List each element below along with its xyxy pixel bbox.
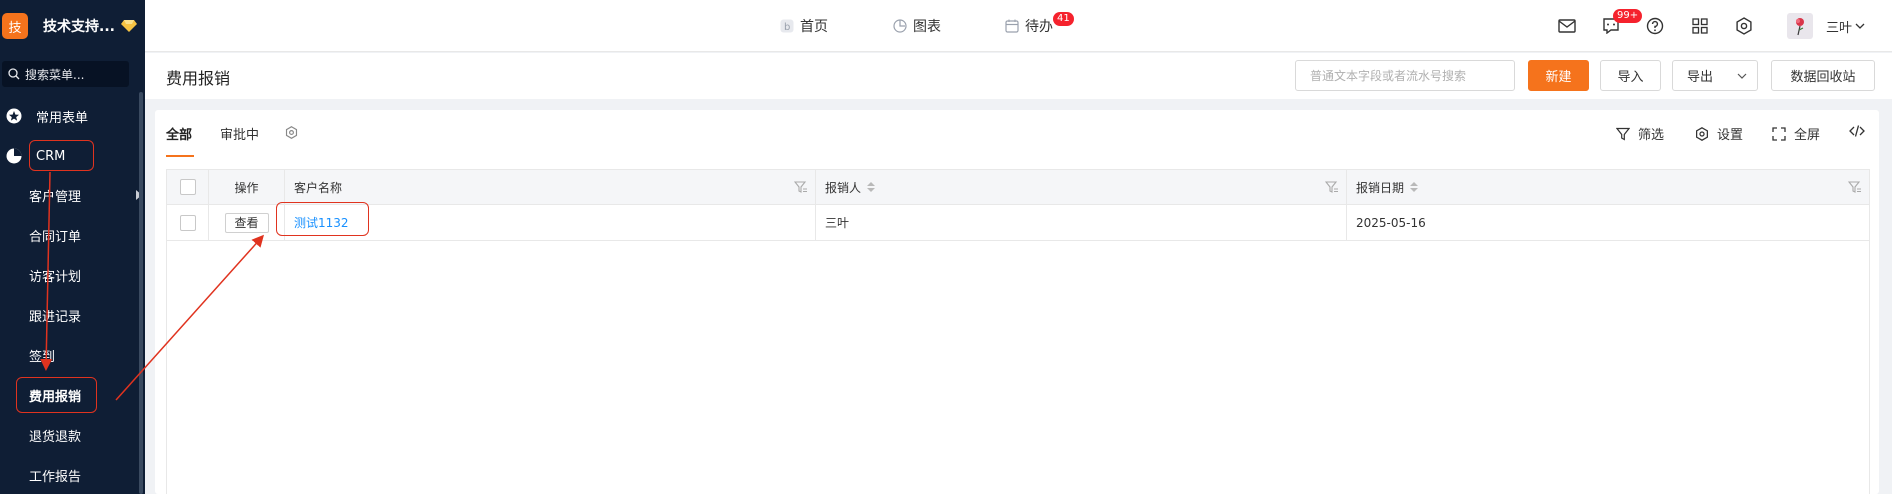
- chart-icon: [893, 19, 907, 33]
- sidebar-subitem-check-in[interactable]: 签到: [29, 340, 55, 370]
- fullscreen-button[interactable]: 全屏: [1772, 124, 1820, 143]
- sidebar-item-common-forms[interactable]: 常用表单: [0, 101, 138, 131]
- tab-charts-label: 图表: [913, 19, 941, 35]
- sidebar-subitem-follow-up-records[interactable]: 跟进记录: [29, 300, 81, 330]
- row-select-cell: [167, 205, 209, 240]
- tab-todo[interactable]: 待办: [1005, 0, 1053, 52]
- top-bar: b 首页 图表 待办 41 99+ 三叶: [145, 0, 1892, 52]
- column-filter-icon[interactable]: [794, 180, 808, 194]
- code-view-button[interactable]: [1849, 124, 1873, 138]
- sidebar-subitem-returns-refunds[interactable]: 退货退款: [29, 420, 81, 450]
- user-menu[interactable]: 三叶: [1826, 0, 1865, 52]
- sort-icon[interactable]: [867, 182, 876, 192]
- code-icon: [1849, 125, 1865, 137]
- brand-name: 技术支持...: [43, 19, 115, 35]
- flower-avatar-icon: [1796, 18, 1804, 36]
- tab-home[interactable]: b 首页: [780, 0, 828, 52]
- annotation-box-crm: [29, 140, 94, 171]
- row-date-cell: 2025-05-16: [1356, 215, 1426, 230]
- gear-icon[interactable]: [1734, 16, 1754, 36]
- help-icon[interactable]: [1645, 16, 1665, 36]
- settings-button[interactable]: 设置: [1695, 124, 1743, 143]
- apps-grid-icon[interactable]: [1690, 16, 1710, 36]
- sidebar-item-label: 常用表单: [36, 110, 89, 126]
- pie-chart-icon: [6, 148, 22, 164]
- sidebar-subitem-work-reports[interactable]: 工作报告: [29, 460, 81, 490]
- sidebar-subitem-customer-management[interactable]: 客户管理: [29, 180, 81, 210]
- fullscreen-label: 全屏: [1794, 128, 1821, 143]
- sidebar-subitem-contract-orders[interactable]: 合同订单: [29, 220, 81, 250]
- svg-text:b: b: [784, 22, 790, 33]
- message-count-badge: 99+: [1613, 9, 1643, 23]
- calendar-icon: [1005, 19, 1019, 33]
- record-search-input[interactable]: [1295, 60, 1515, 91]
- column-header-customer[interactable]: 客户名称: [285, 170, 816, 204]
- tab-all[interactable]: 全部: [166, 124, 192, 143]
- tab-todo-label: 待办: [1025, 19, 1053, 35]
- user-name: 三叶: [1826, 20, 1853, 36]
- tab-settings-gear[interactable]: [285, 126, 298, 143]
- active-tab-indicator: [166, 155, 194, 157]
- table-header: 操作 客户名称 报销人 报销日期: [167, 170, 1869, 205]
- filter-button[interactable]: 筛选: [1616, 124, 1664, 143]
- select-all-cell: [167, 170, 209, 204]
- table-row: 查看 测试1132 三叶 2025-05-16: [167, 205, 1869, 241]
- gear-icon: [285, 126, 298, 139]
- column-filter-icon[interactable]: [1325, 180, 1339, 194]
- export-dropdown[interactable]: 导出: [1672, 60, 1758, 91]
- sidebar-scrollbar[interactable]: [139, 92, 143, 494]
- export-label: 导出: [1687, 70, 1714, 85]
- mail-icon[interactable]: [1557, 16, 1577, 36]
- menu-search-placeholder: 搜索菜单...: [25, 67, 85, 82]
- new-button[interactable]: 新建: [1528, 60, 1589, 91]
- page-header: 费用报销 新建 导入 导出 数据回收站: [145, 53, 1892, 99]
- filter-label: 筛选: [1638, 128, 1665, 143]
- search-icon: [8, 68, 20, 80]
- column-header-label: 报销人: [825, 180, 862, 195]
- sidebar-subitem-visit-plans[interactable]: 访客计划: [29, 260, 81, 290]
- settings-label: 设置: [1717, 128, 1744, 143]
- view-button[interactable]: 查看: [224, 212, 269, 233]
- sort-icon[interactable]: [1410, 182, 1419, 192]
- column-header-person[interactable]: 报销人: [816, 170, 1347, 204]
- import-button[interactable]: 导入: [1600, 60, 1661, 91]
- avatar[interactable]: [1787, 13, 1813, 39]
- menu-search-input[interactable]: 搜索菜单...: [2, 61, 129, 87]
- row-checkbox[interactable]: [179, 214, 196, 231]
- home-icon: b: [780, 19, 794, 33]
- brand[interactable]: 技 技术支持...: [0, 0, 145, 52]
- column-header-label: 客户名称: [294, 180, 343, 195]
- chevron-down-icon: [1855, 23, 1865, 29]
- tab-in-approval[interactable]: 审批中: [220, 124, 259, 143]
- fullscreen-icon: [1772, 126, 1786, 141]
- select-all-checkbox[interactable]: [179, 179, 196, 195]
- column-header-label: 报销日期: [1356, 180, 1405, 195]
- data-table: 操作 客户名称 报销人 报销日期 查看 测试1132 三叶 2025-05-16: [166, 169, 1870, 494]
- annotation-box-customer: [276, 202, 369, 236]
- column-header-action: 操作: [209, 170, 285, 204]
- star-icon: [6, 108, 22, 124]
- recycle-bin-button[interactable]: 数据回收站: [1771, 60, 1875, 91]
- chevron-down-icon: [1737, 73, 1747, 79]
- tab-home-label: 首页: [800, 19, 828, 35]
- row-person-cell: 三叶: [816, 205, 1347, 240]
- gear-icon: [1696, 126, 1708, 141]
- tab-charts[interactable]: 图表: [893, 0, 941, 52]
- column-header-date[interactable]: 报销日期: [1347, 170, 1869, 204]
- row-action-cell: 查看: [209, 205, 285, 240]
- diamond-icon: [120, 20, 137, 32]
- column-filter-icon[interactable]: [1848, 180, 1862, 194]
- filter-icon: [1616, 127, 1630, 141]
- content-panel: 全部 审批中 筛选 设置 全屏 操作 客户名称 报销人 报销日期 查看 测试11…: [155, 110, 1879, 494]
- brand-logo: 技: [2, 13, 28, 39]
- page-title: 费用报销: [166, 69, 231, 88]
- sidebar: 技 技术支持... 搜索菜单... 常用表单 CRM 客户管理 合同订单 访客计…: [0, 0, 145, 494]
- todo-count-badge: 41: [1053, 12, 1074, 26]
- annotation-box-expense: [16, 377, 97, 413]
